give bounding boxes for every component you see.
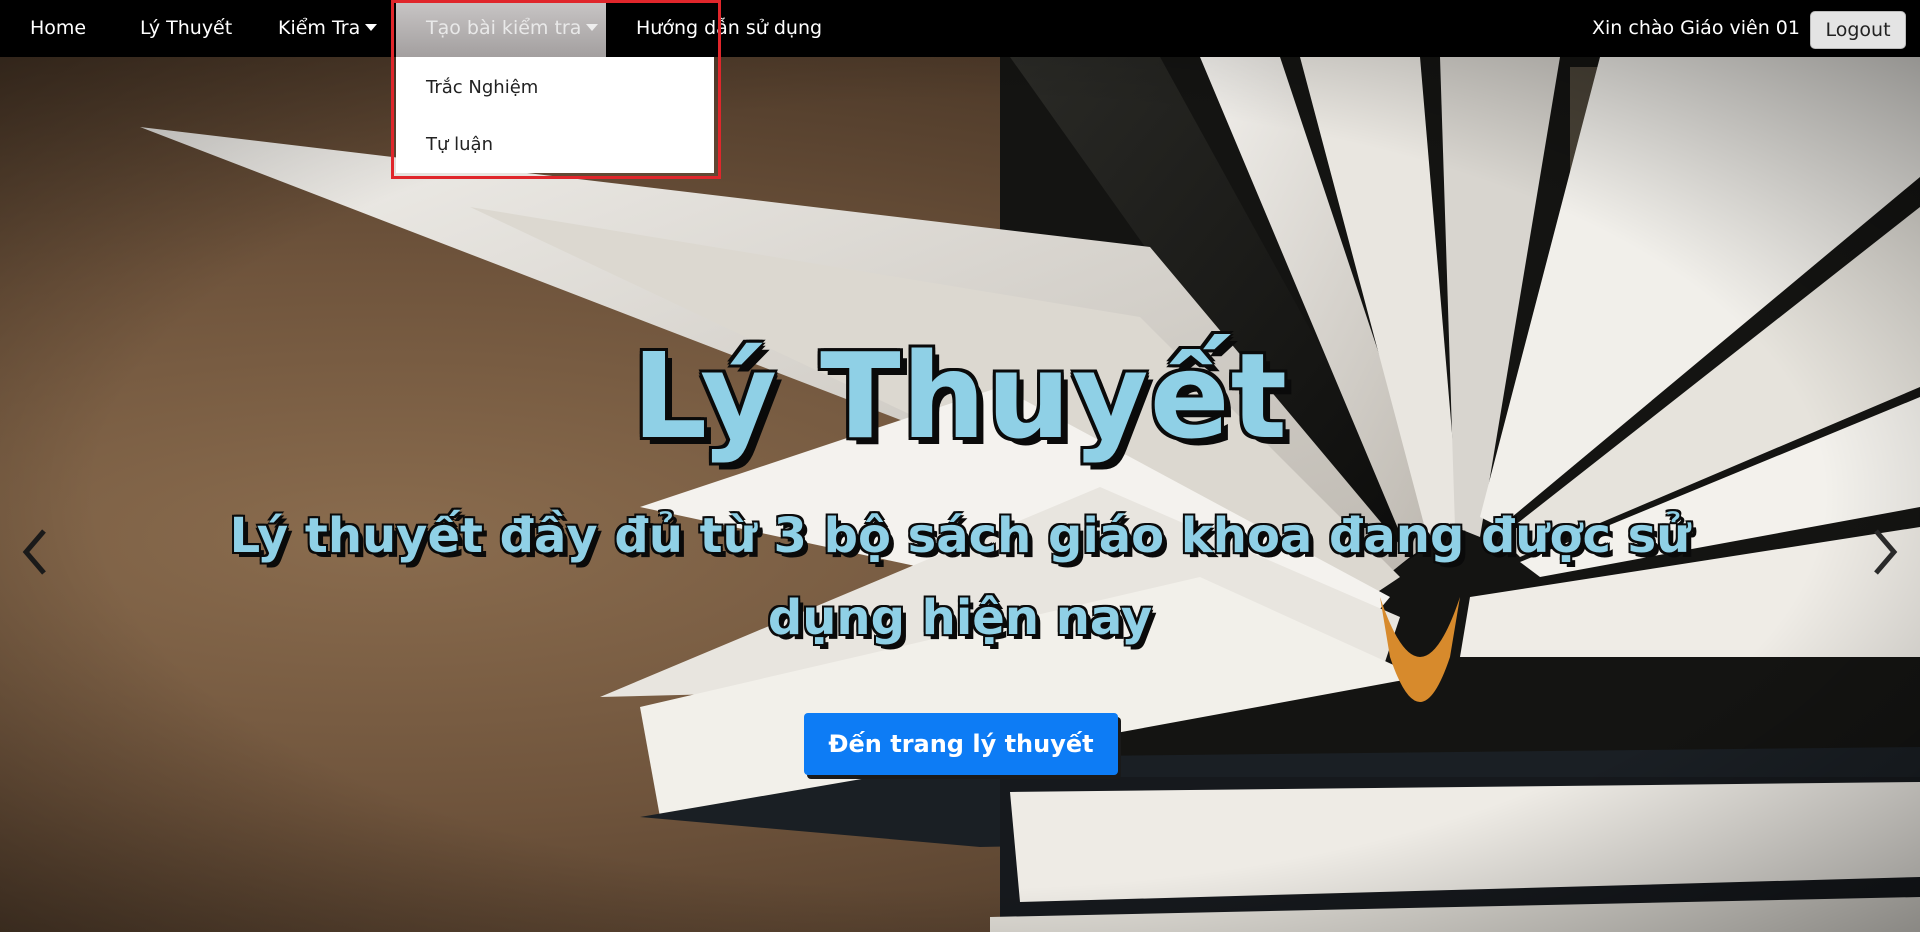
caret-down-icon	[586, 24, 599, 31]
top-navbar: Home Lý Thuyết Kiểm Tra Tạo bài kiểm tra…	[0, 0, 1920, 57]
nav-huong-dan-label: Hướng dẫn sử dụng	[636, 17, 823, 39]
nav-kiem-tra[interactable]: Kiểm Tra	[278, 0, 378, 57]
carousel-prev-button[interactable]	[16, 527, 56, 577]
carousel-next-button[interactable]	[1864, 527, 1904, 577]
user-greeting: Xin chào Giáo viên 01	[1592, 0, 1800, 57]
dropdown-item-tu-luan[interactable]: Tự luận	[426, 134, 493, 155]
nav-home[interactable]: Home	[30, 0, 86, 57]
chevron-left-icon	[22, 529, 46, 575]
logout-button[interactable]: Logout	[1810, 11, 1906, 49]
nav-kiem-tra-label: Kiểm Tra	[278, 17, 361, 39]
hero-title: Lý Thuyết	[631, 327, 1289, 465]
hero-carousel: Lý Thuyết Lý thuyết đầy đủ từ 3 bộ sách …	[0, 57, 1920, 932]
go-to-theory-button[interactable]: Đến trang lý thuyết	[804, 713, 1118, 775]
nav-home-label: Home	[30, 17, 87, 39]
nav-tao-bai-kiem-tra-label: Tạo bài kiểm tra	[426, 17, 582, 39]
chevron-right-icon	[1874, 529, 1898, 575]
nav-ly-thuyet-label: Lý Thuyết	[140, 17, 233, 39]
create-test-dropdown: Trắc Nghiệm Tự luận	[396, 57, 714, 173]
nav-ly-thuyet[interactable]: Lý Thuyết	[140, 0, 232, 57]
nav-huong-dan[interactable]: Hướng dẫn sử dụng	[636, 0, 822, 57]
hero-subtitle: Lý thuyết đầy đủ từ 3 bộ sách giáo khoa …	[229, 508, 1691, 646]
user-greeting-text: Xin chào Giáo viên 01	[1592, 17, 1800, 39]
nav-tao-bai-kiem-tra[interactable]: Tạo bài kiểm tra	[396, 0, 606, 57]
caret-down-icon	[365, 24, 378, 31]
dropdown-item-trac-nghiem[interactable]: Trắc Nghiệm	[426, 77, 538, 98]
